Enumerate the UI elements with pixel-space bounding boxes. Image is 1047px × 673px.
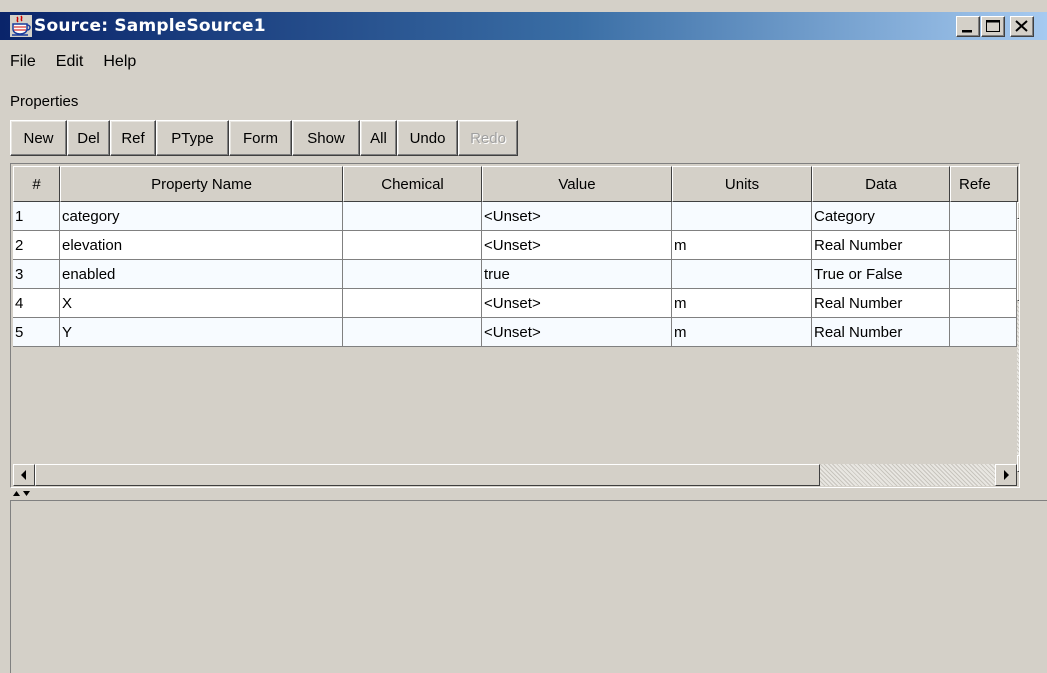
cell-chemical[interactable] (343, 260, 482, 289)
ptype-button[interactable]: PType (156, 120, 229, 156)
cell-property-name[interactable]: enabled (60, 260, 343, 289)
cell-property-name[interactable]: X (60, 289, 343, 318)
column-header-reference[interactable]: Refe (950, 166, 1018, 202)
java-coffee-cup-icon[interactable] (10, 15, 32, 37)
cell-value[interactable]: true (482, 260, 672, 289)
column-header-property-name[interactable]: Property Name (60, 166, 343, 202)
cell-reference[interactable] (950, 260, 1017, 289)
application-window: Source: SampleSource1 File Edit Help Pro… (0, 0, 1047, 673)
table-body: 1 category <Unset> Category 2 elevation … (13, 202, 1017, 347)
title-bar[interactable]: Source: SampleSource1 (0, 12, 1047, 40)
table-row[interactable]: 4 X <Unset> m Real Number (13, 289, 1017, 318)
cell-property-name[interactable]: elevation (60, 231, 343, 260)
column-header-number[interactable]: # (13, 166, 60, 202)
horizontal-scroll-track[interactable] (35, 464, 995, 486)
cell-data[interactable]: Category (812, 202, 950, 231)
cell-value[interactable]: <Unset> (482, 289, 672, 318)
maximize-icon (986, 20, 1000, 32)
redo-button: Redo (458, 120, 518, 156)
arrow-left-icon (21, 470, 26, 480)
cell-units[interactable] (672, 260, 812, 289)
properties-table: # Property Name Chemical Value Units Dat… (10, 163, 1020, 488)
vertical-scrollbar[interactable] (1017, 202, 1019, 487)
column-header-value[interactable]: Value (482, 166, 672, 202)
menu-file[interactable]: File (10, 53, 36, 71)
menu-help[interactable]: Help (103, 53, 136, 71)
horizontal-scrollbar[interactable] (13, 464, 1017, 486)
arrow-right-icon (1004, 470, 1009, 480)
cell-number[interactable]: 5 (13, 318, 60, 347)
scroll-down-button[interactable] (1017, 455, 1019, 472)
properties-toolbar: New Del Ref PType Form Show All Undo Red… (10, 120, 518, 156)
cell-reference[interactable] (950, 289, 1017, 318)
cell-units[interactable]: m (672, 289, 812, 318)
table-row[interactable]: 3 enabled true True or False (13, 260, 1017, 289)
cell-value[interactable]: <Unset> (482, 318, 672, 347)
window-title: Source: SampleSource1 (34, 16, 266, 36)
cell-number[interactable]: 4 (13, 289, 60, 318)
split-pane-divider[interactable] (10, 488, 1047, 500)
column-header-units[interactable]: Units (672, 166, 812, 202)
column-header-chemical[interactable]: Chemical (343, 166, 482, 202)
detail-panel (10, 500, 1047, 673)
cell-units[interactable] (672, 202, 812, 231)
cell-value[interactable]: <Unset> (482, 231, 672, 260)
scroll-left-button[interactable] (13, 464, 35, 486)
cell-units[interactable]: m (672, 231, 812, 260)
maximize-button[interactable] (981, 16, 1005, 37)
vertical-scroll-track[interactable] (1017, 219, 1019, 472)
cell-chemical[interactable] (343, 289, 482, 318)
cell-data[interactable]: True or False (812, 260, 950, 289)
properties-label: Properties (10, 93, 79, 110)
delete-button[interactable]: Del (67, 120, 110, 156)
cell-data[interactable]: Real Number (812, 318, 950, 347)
scroll-up-button[interactable] (1017, 202, 1019, 219)
all-button[interactable]: All (360, 120, 397, 156)
cell-data[interactable]: Real Number (812, 231, 950, 260)
table-header: # Property Name Chemical Value Units Dat… (13, 166, 1018, 202)
close-icon (1015, 20, 1028, 32)
split-arrows-icon[interactable] (12, 490, 38, 498)
cell-chemical[interactable] (343, 231, 482, 260)
horizontal-scroll-thumb[interactable] (35, 464, 820, 486)
form-button[interactable]: Form (229, 120, 292, 156)
undo-button[interactable]: Undo (397, 120, 458, 156)
cell-number[interactable]: 2 (13, 231, 60, 260)
cell-reference[interactable] (950, 231, 1017, 260)
cell-chemical[interactable] (343, 202, 482, 231)
reference-button[interactable]: Ref (110, 120, 156, 156)
cell-value[interactable]: <Unset> (482, 202, 672, 231)
new-button[interactable]: New (10, 120, 67, 156)
cell-number[interactable]: 1 (13, 202, 60, 231)
show-button[interactable]: Show (292, 120, 360, 156)
cell-units[interactable]: m (672, 318, 812, 347)
cell-chemical[interactable] (343, 318, 482, 347)
cell-number[interactable]: 3 (13, 260, 60, 289)
minimize-icon (962, 30, 972, 33)
cell-reference[interactable] (950, 318, 1017, 347)
column-header-data[interactable]: Data (812, 166, 950, 202)
close-button[interactable] (1010, 16, 1034, 37)
table-row[interactable]: 1 category <Unset> Category (13, 202, 1017, 231)
cell-property-name[interactable]: Y (60, 318, 343, 347)
menu-edit[interactable]: Edit (56, 53, 84, 71)
vertical-scroll-thumb[interactable] (1017, 219, 1019, 301)
cell-data[interactable]: Real Number (812, 289, 950, 318)
table-row[interactable]: 5 Y <Unset> m Real Number (13, 318, 1017, 347)
table-row[interactable]: 2 elevation <Unset> m Real Number (13, 231, 1017, 260)
cell-reference[interactable] (950, 202, 1017, 231)
minimize-button[interactable] (956, 16, 980, 37)
menu-bar: File Edit Help (0, 42, 1047, 82)
cell-property-name[interactable]: category (60, 202, 343, 231)
scroll-right-button[interactable] (995, 464, 1017, 486)
